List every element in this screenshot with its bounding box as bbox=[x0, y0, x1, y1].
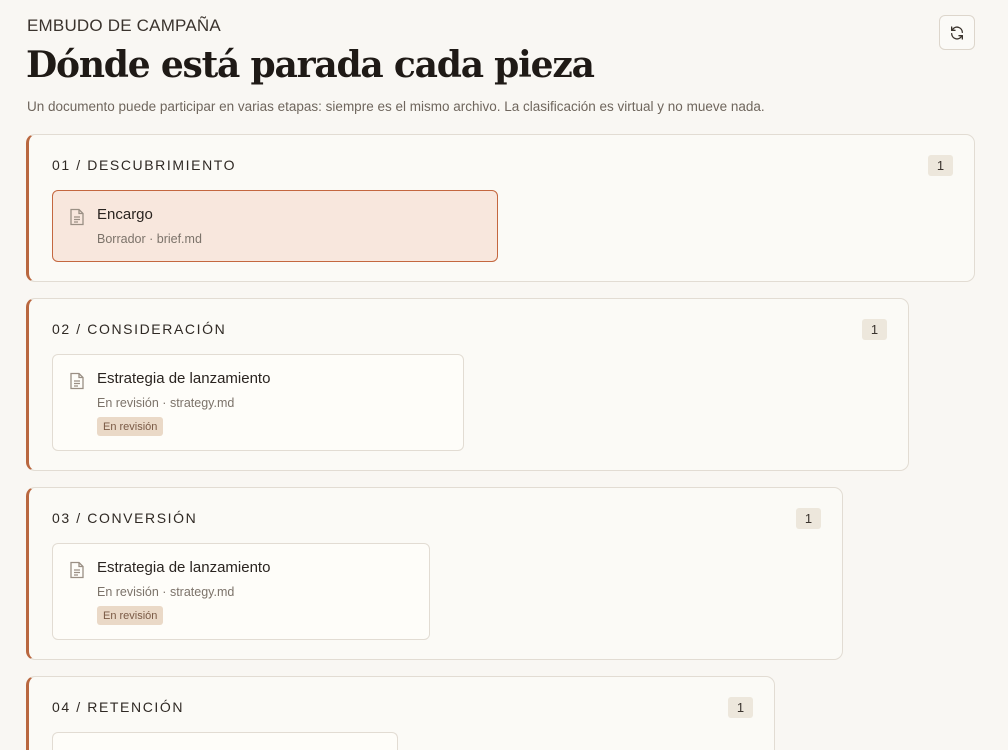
stage-count-badge: 1 bbox=[928, 155, 953, 176]
document-card[interactable] bbox=[52, 732, 398, 750]
card-title: Encargo bbox=[97, 206, 153, 223]
card-meta: En revisión · strategy.md bbox=[97, 585, 235, 599]
document-icon bbox=[70, 372, 84, 390]
card-title: Estrategia de lanzamiento bbox=[97, 370, 271, 387]
card-meta: Borrador · brief.md bbox=[97, 232, 202, 246]
stage-count-badge: 1 bbox=[862, 319, 887, 340]
eyebrow-label: EMBUDO DE CAMPAÑA bbox=[27, 16, 221, 35]
refresh-icon bbox=[951, 25, 963, 40]
card-meta: En revisión · strategy.md bbox=[97, 396, 235, 410]
stage-label: 02 / CONSIDERACIÓN bbox=[52, 321, 227, 337]
funnel-page: EMBUDO DE CAMPAÑA Dónde está parada cada… bbox=[0, 0, 1008, 750]
document-icon bbox=[70, 208, 84, 226]
stage-label: 04 / RETENCIÓN bbox=[52, 699, 185, 715]
stage-label: 03 / CONVERSIÓN bbox=[52, 510, 198, 526]
status-badge: En revisión bbox=[97, 417, 164, 436]
stage-retencion: 04 / RETENCIÓN 1 bbox=[26, 676, 775, 750]
status-badge: En revisión bbox=[97, 606, 164, 625]
document-card-strategy[interactable]: Estrategia de lanzamiento En revisión · … bbox=[52, 543, 430, 640]
page-subtitle: Un documento puede participar en varias … bbox=[27, 99, 765, 114]
page-title: Dónde está parada cada pieza bbox=[26, 44, 595, 86]
stage-label: 01 / DESCUBRIMIENTO bbox=[52, 157, 237, 173]
card-title: Estrategia de lanzamiento bbox=[97, 559, 271, 576]
document-icon bbox=[70, 561, 84, 579]
stage-count-badge: 1 bbox=[728, 697, 753, 718]
stage-descubrimiento: 01 / DESCUBRIMIENTO 1 Encargo Borrador ·… bbox=[26, 134, 975, 282]
stage-consideracion: 02 / CONSIDERACIÓN 1 Estrategia de lanza… bbox=[26, 298, 909, 471]
document-card-encargo[interactable]: Encargo Borrador · brief.md bbox=[52, 190, 498, 262]
document-card-strategy[interactable]: Estrategia de lanzamiento En revisión · … bbox=[52, 354, 464, 451]
refresh-button[interactable] bbox=[939, 15, 975, 50]
stage-conversion: 03 / CONVERSIÓN 1 Estrategia de lanzamie… bbox=[26, 487, 843, 660]
stage-count-badge: 1 bbox=[796, 508, 821, 529]
